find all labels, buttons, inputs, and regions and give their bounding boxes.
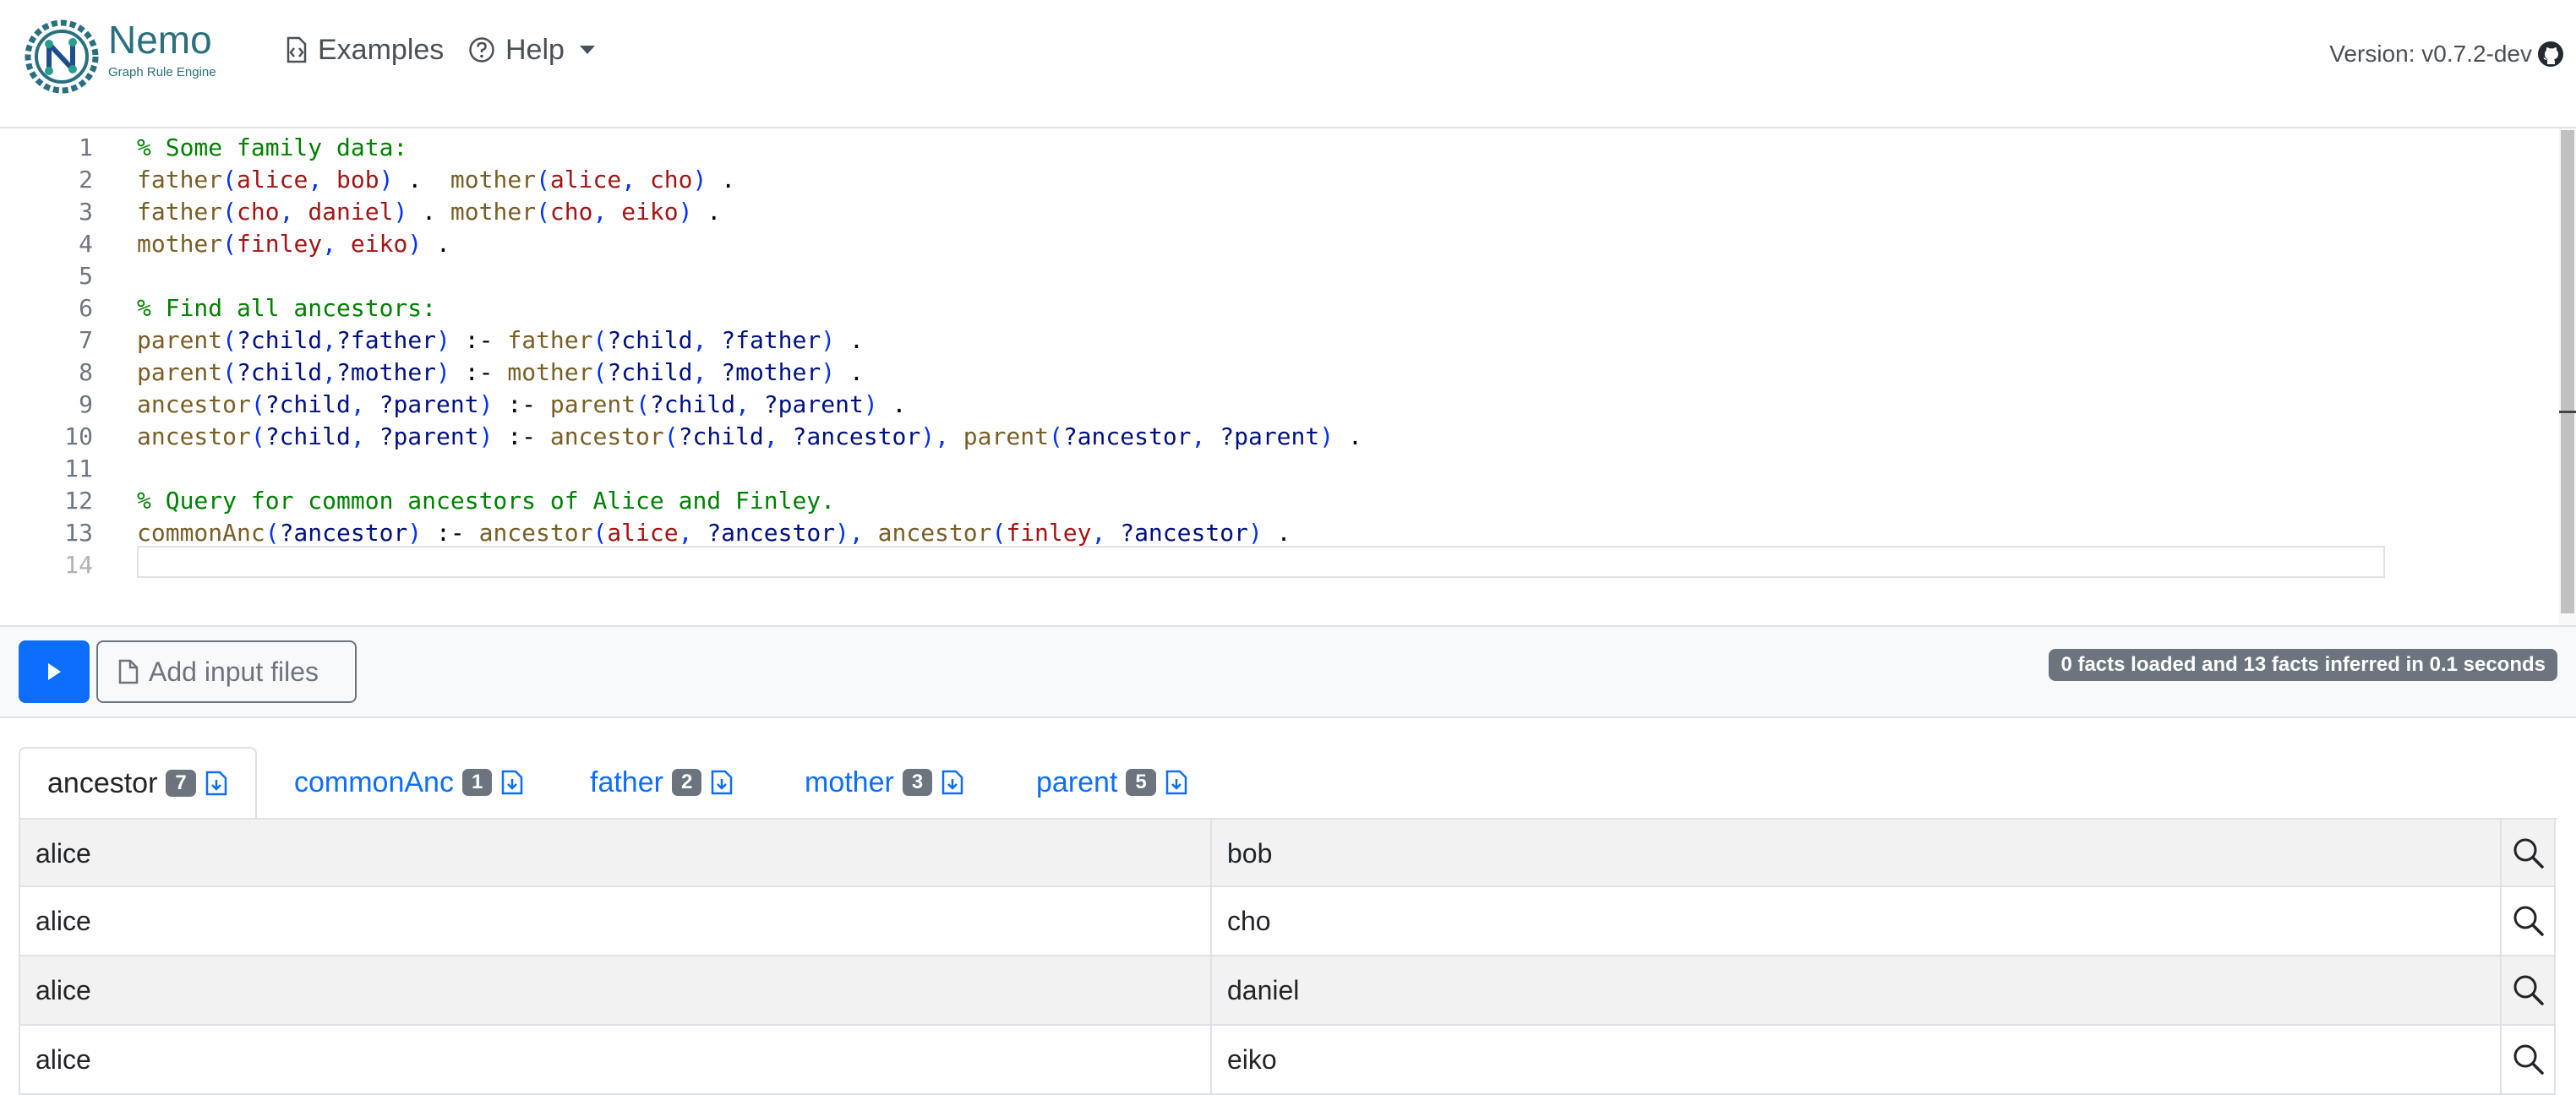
tab-count-badge: 3	[902, 769, 933, 796]
code-editor[interactable]: 1% Some family data: 2 father(alice, bob)…	[0, 128, 2576, 627]
tab-label: ancestor	[47, 766, 158, 799]
download-icon[interactable]	[1165, 770, 1188, 795]
status-badge: 0 facts loaded and 13 facts inferred in …	[2049, 649, 2557, 681]
table-cell: cho	[1227, 906, 1271, 936]
line-number: 13	[64, 519, 93, 547]
version-info: Version: v0.7.2-dev	[2329, 41, 2564, 68]
nav-help-label: Help	[505, 34, 565, 66]
nemo-logo-icon[interactable]	[24, 19, 100, 95]
top-navbar: Nemo Graph Rule Engine Examples Help Ver…	[0, 0, 2576, 128]
search-icon[interactable]	[2510, 1041, 2547, 1078]
search-icon[interactable]	[2510, 972, 2547, 1009]
search-icon[interactable]	[2510, 835, 2547, 872]
download-icon[interactable]	[205, 771, 228, 796]
code-lines[interactable]: 1% Some family data: 2 father(alice, bob)…	[0, 132, 1362, 581]
code-line[interactable]: 2 father(alice, bob) . mother(alice, cho)…	[0, 164, 1362, 196]
tab-count-badge: 5	[1126, 769, 1156, 796]
code-line[interactable]: 5	[0, 260, 1362, 292]
tab-father[interactable]: father 2	[590, 747, 734, 818]
tab-label: parent	[1036, 765, 1118, 798]
tab-count-badge: 2	[671, 769, 702, 796]
code-line[interactable]: 11	[0, 453, 1362, 485]
nav-examples-label: Examples	[318, 34, 445, 66]
play-icon	[47, 663, 61, 680]
line-number: 4	[79, 230, 93, 258]
code-line[interactable]: 3 father(cho, daniel) . mother(cho, eiko)…	[0, 196, 1362, 228]
line-number: 3	[79, 198, 93, 226]
nav-examples-link[interactable]: Examples	[286, 35, 444, 64]
nav-help-dropdown[interactable]: Help	[468, 35, 595, 64]
code-line[interactable]: 6% Find all ancestors:	[0, 292, 1362, 324]
line-number: 10	[64, 422, 93, 450]
table-cell: alice	[35, 975, 91, 1005]
chevron-down-icon	[579, 46, 595, 54]
code-line[interactable]: 12% Query for common ancestors of Alice …	[0, 485, 1362, 517]
add-input-files-label: Add input files	[149, 656, 319, 687]
line-number: 12	[64, 487, 93, 515]
question-circle-icon	[469, 37, 494, 63]
tab-label: mother	[805, 765, 894, 798]
download-icon[interactable]	[941, 770, 964, 795]
search-icon[interactable]	[2510, 902, 2547, 940]
download-icon[interactable]	[500, 770, 524, 795]
table-cell: alice	[35, 1044, 91, 1075]
add-input-files-button[interactable]: Add input files	[96, 640, 357, 703]
tab-commonanc[interactable]: commonAnc 1	[294, 747, 524, 818]
file-icon	[118, 659, 139, 684]
line-number: 7	[79, 326, 93, 354]
table-cell: alice	[35, 906, 91, 936]
code-line[interactable]: 10 ancestor(?child, ?parent) :- ancestor(…	[0, 421, 1362, 453]
tab-label: commonAnc	[294, 765, 454, 798]
scrollbar-thumb[interactable]	[2561, 130, 2574, 613]
tab-mother[interactable]: mother 3	[805, 747, 964, 818]
table-cell: bob	[1227, 838, 1273, 869]
line-number: 1	[79, 133, 93, 161]
code-line[interactable]: 14	[0, 549, 1362, 581]
table-row: alice bob	[19, 818, 2556, 887]
line-number: 6	[79, 294, 93, 322]
line-number: 5	[79, 262, 93, 290]
line-number: 8	[79, 358, 93, 386]
scrollbar-marker	[2559, 411, 2576, 413]
editor-scrollbar[interactable]	[2559, 128, 2576, 625]
line-number: 14	[64, 551, 93, 579]
line-number: 11	[64, 455, 93, 482]
file-code-icon	[287, 36, 307, 63]
tab-count-badge: 7	[166, 770, 196, 797]
action-toolbar: Add input files 0 facts loaded and 13 fa…	[0, 627, 2576, 718]
table-cell: daniel	[1227, 975, 1300, 1005]
tab-label: father	[590, 765, 663, 798]
line-number: 2	[79, 166, 93, 193]
tab-count-badge: 1	[461, 769, 493, 796]
predicate-tabs: ancestor 7 commonAnc 1 father 2 mother 3…	[19, 747, 2557, 820]
github-icon[interactable]	[2537, 41, 2564, 68]
results-table: alice bob alice cho alice daniel alice e…	[19, 818, 2556, 1095]
tab-parent[interactable]: parent 5	[1036, 747, 1188, 818]
download-icon[interactable]	[710, 770, 734, 795]
code-line[interactable]: 7 parent(?child,?father) :- father(?child…	[0, 324, 1362, 357]
code-line[interactable]: 4 mother(finley, eiko) .	[0, 228, 1362, 260]
line-number: 9	[79, 390, 93, 418]
brand-name[interactable]: Nemo	[108, 20, 212, 59]
code-line[interactable]: 8 parent(?child,?mother) :- mother(?child…	[0, 357, 1362, 389]
table-row: alice cho	[19, 887, 2556, 956]
version-label: Version: v0.7.2-dev	[2329, 41, 2532, 67]
run-button[interactable]	[19, 640, 90, 703]
code-line[interactable]: 13 commonAnc(?ancestor) :- ancestor(alice…	[0, 517, 1362, 549]
tab-ancestor[interactable]: ancestor 7	[19, 747, 257, 820]
code-line[interactable]: 1% Some family data:	[0, 132, 1362, 164]
table-cell: alice	[35, 838, 91, 869]
code-line[interactable]: 9 ancestor(?child, ?parent) :- parent(?ch…	[0, 389, 1362, 421]
table-row: alice daniel	[19, 956, 2556, 1026]
brand-subtitle: Graph Rule Engine	[108, 65, 216, 79]
table-cell: eiko	[1227, 1044, 1277, 1075]
table-row: alice eiko	[19, 1026, 2556, 1095]
